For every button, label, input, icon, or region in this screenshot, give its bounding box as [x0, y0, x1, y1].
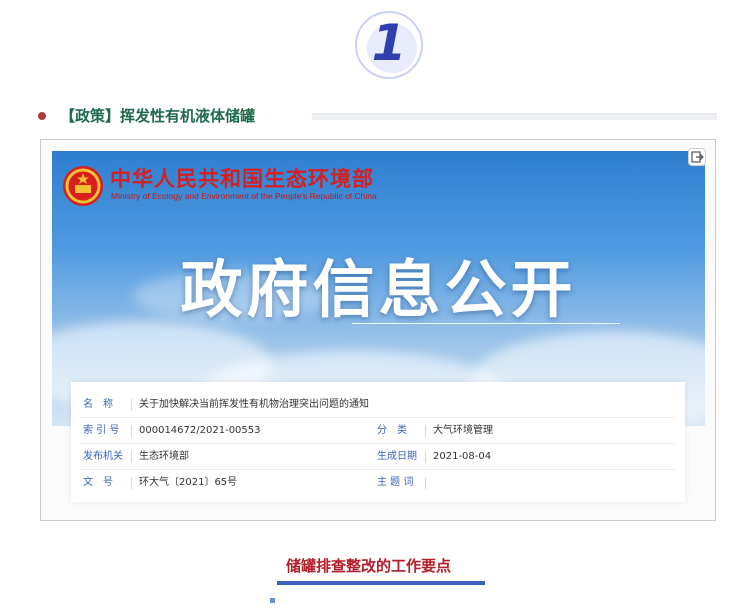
badge-number: 1 [371, 14, 407, 72]
info-row-docno: 文 号 环大气〔2021〕65号 主 题 词 [71, 470, 685, 496]
national-emblem-icon [63, 166, 103, 206]
subsection-underline [277, 581, 485, 585]
hero-underline [352, 323, 620, 324]
hero-title: 政府信息公开 [180, 253, 577, 326]
index-label: 索 引 号 [83, 425, 120, 436]
subsection-title: 储罐排查整改的工作要点 [286, 557, 452, 575]
section-title: 【政策】挥发性有机液体储罐 [60, 107, 256, 125]
docno-label: 文 号 [83, 477, 113, 488]
government-page-screenshot: 中华人民共和国生态环境部 Ministry of Ecology and Env… [40, 139, 716, 521]
decorative-square [270, 598, 275, 603]
date-label: 生成日期 [377, 451, 417, 462]
category-value: 大气环境管理 [433, 425, 493, 436]
category-label: 分 类 [377, 425, 407, 436]
ministry-name-en: Ministry of Ecology and Environment of t… [111, 191, 377, 201]
name-value: 关于加快解决当前挥发性有机物治理突出问题的通知 [139, 399, 369, 410]
bullet-dot-icon [38, 112, 46, 120]
docno-value: 环大气〔2021〕65号 [139, 477, 238, 488]
info-row-issuer: 发布机关 生态环境部 生成日期 2021-08-04 [71, 444, 685, 470]
document-info-card: 名 称 关于加快解决当前挥发性有机物治理突出问题的通知 索 引 号 000014… [71, 382, 685, 502]
section-divider [312, 113, 717, 120]
date-value: 2021-08-04 [433, 451, 492, 462]
issuer-value: 生态环境部 [139, 451, 189, 462]
export-icon[interactable] [688, 148, 706, 166]
index-value: 000014672/2021-00553 [139, 425, 261, 436]
subject-label: 主 题 词 [377, 477, 414, 488]
info-row-index: 索 引 号 000014672/2021-00553 分 类 大气环境管理 [71, 418, 685, 444]
section-heading: 【政策】挥发性有机液体储罐 [38, 104, 718, 128]
ministry-name-cn: 中华人民共和国生态环境部 [110, 167, 374, 191]
section-number-badge: 1 [352, 8, 426, 82]
issuer-label: 发布机关 [83, 451, 123, 462]
info-row-name: 名 称 关于加快解决当前挥发性有机物治理突出问题的通知 [71, 392, 685, 418]
name-label: 名 称 [83, 399, 113, 410]
